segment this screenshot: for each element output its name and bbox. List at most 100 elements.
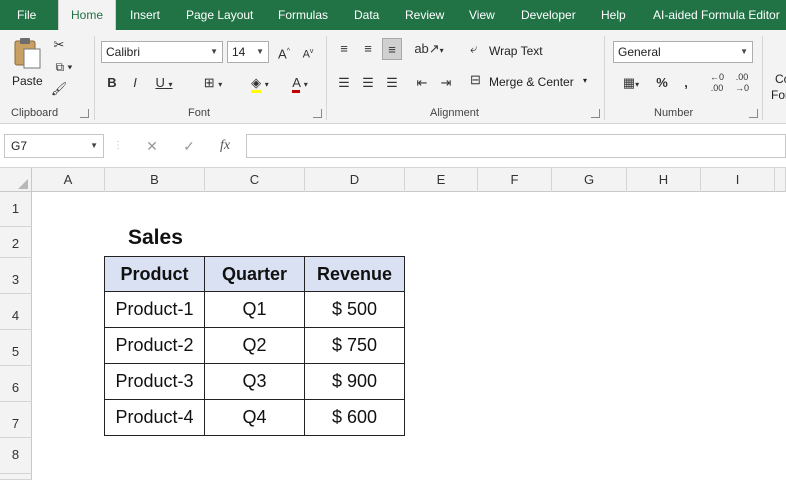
- group-separator: [604, 36, 605, 120]
- number-format-value: General: [618, 45, 661, 59]
- row-header-4[interactable]: 4: [0, 294, 32, 330]
- align-left-icon[interactable]: ☰: [334, 72, 354, 94]
- enter-icon[interactable]: ✓: [178, 134, 200, 158]
- number-format-select[interactable]: General ▼: [613, 41, 753, 63]
- insert-function-icon[interactable]: fx: [213, 134, 237, 158]
- table-cell-revenue[interactable]: $ 600: [305, 400, 405, 436]
- align-right-icon[interactable]: ☰: [382, 72, 402, 94]
- conditional-formatting-label-cut[interactable]: Co: [775, 72, 786, 86]
- tab-developer[interactable]: Developer: [521, 0, 576, 30]
- group-separator: [762, 36, 763, 120]
- tab-file[interactable]: File: [17, 0, 36, 30]
- tab-page-layout[interactable]: Page Layout: [186, 0, 253, 30]
- increase-decimal-label: .00: [710, 83, 724, 93]
- column-header-d[interactable]: D: [305, 168, 405, 192]
- table-cell-quarter[interactable]: Q3: [205, 364, 305, 400]
- number-group-label: Number: [654, 107, 694, 119]
- fill-color-button[interactable]: ◈ ▾: [242, 72, 278, 94]
- decrease-font-size-icon[interactable]: Av: [298, 41, 318, 63]
- column-header-i[interactable]: I: [701, 168, 775, 192]
- column-header-f[interactable]: F: [478, 168, 552, 192]
- row-header-7[interactable]: 7: [0, 402, 32, 438]
- align-center-icon[interactable]: ☰: [358, 72, 378, 94]
- fill-color-icon: ◈: [251, 75, 262, 93]
- merge-center-button[interactable]: ⊟ Merge & Center ▾: [470, 72, 596, 94]
- increase-indent-icon[interactable]: ⇥: [436, 72, 456, 94]
- font-name-select[interactable]: Calibri ▼: [101, 41, 223, 63]
- cut-icon[interactable]: ✂: [50, 34, 68, 56]
- tab-review[interactable]: Review: [405, 0, 444, 30]
- formula-input[interactable]: [246, 134, 786, 158]
- row-header-2[interactable]: 2: [0, 227, 32, 258]
- name-box[interactable]: G7 ▼: [4, 134, 104, 158]
- clipboard-group-label: Clipboard: [11, 107, 59, 119]
- select-all-button[interactable]: [0, 168, 32, 192]
- align-top-icon[interactable]: ≡: [334, 38, 354, 60]
- align-bottom-icon[interactable]: ≡: [382, 38, 402, 60]
- row-header-3[interactable]: 3: [0, 258, 32, 294]
- cancel-icon[interactable]: ✕: [141, 134, 163, 158]
- column-header-b[interactable]: B: [105, 168, 205, 192]
- column-header-h[interactable]: H: [627, 168, 701, 192]
- table-cell-quarter[interactable]: Q1: [205, 292, 305, 328]
- format-as-table-label-cut[interactable]: For: [771, 88, 786, 102]
- increase-font-size-icon[interactable]: A^: [274, 41, 294, 63]
- ribbon-tab-bar: File Home Insert Page Layout Formulas Da…: [0, 0, 786, 30]
- format-painter-icon[interactable]: 🖌: [50, 78, 68, 100]
- orientation-icon[interactable]: ab↗▾: [414, 38, 444, 60]
- percent-style-button[interactable]: %: [653, 72, 671, 94]
- decrease-indent-icon[interactable]: ⇤: [412, 72, 432, 94]
- table-header-revenue[interactable]: Revenue: [305, 256, 405, 292]
- align-middle-icon[interactable]: ≡: [358, 38, 378, 60]
- table-cell-revenue[interactable]: $ 750: [305, 328, 405, 364]
- tab-ai-formula-editor[interactable]: AI-aided Formula Editor: [653, 0, 780, 30]
- font-dialog-launcher[interactable]: [313, 109, 322, 118]
- copy-icon[interactable]: ⧉ ▾: [50, 56, 78, 78]
- tab-view[interactable]: View: [469, 0, 495, 30]
- decrease-decimal-button[interactable]: .00 →0: [731, 72, 753, 94]
- row-header-partial[interactable]: [0, 474, 32, 480]
- increase-decimal-button[interactable]: ←0.00: [706, 72, 728, 94]
- table-cell-product[interactable]: Product-3: [104, 364, 205, 400]
- clipboard-dialog-launcher[interactable]: [80, 109, 89, 118]
- column-header-g[interactable]: G: [552, 168, 627, 192]
- tab-data[interactable]: Data: [354, 0, 379, 30]
- underline-button[interactable]: U ▾: [149, 72, 179, 94]
- borders-button[interactable]: ⊞ ▾: [195, 72, 231, 94]
- tab-formulas[interactable]: Formulas: [278, 0, 328, 30]
- borders-icon: ⊞: [203, 75, 215, 90]
- table-cell-product[interactable]: Product-1: [104, 292, 205, 328]
- bold-button[interactable]: B: [103, 72, 121, 94]
- tab-help[interactable]: Help: [601, 0, 626, 30]
- tab-home[interactable]: Home: [58, 0, 116, 30]
- paste-button[interactable]: Paste: [8, 36, 46, 94]
- comma-style-button[interactable]: ,: [678, 72, 694, 94]
- sheet-title[interactable]: Sales: [128, 226, 183, 250]
- row-header-1[interactable]: 1: [0, 192, 32, 227]
- table-cell-product[interactable]: Product-4: [104, 400, 205, 436]
- table-cell-revenue[interactable]: $ 500: [305, 292, 405, 328]
- italic-button[interactable]: I: [126, 72, 144, 94]
- accounting-format-icon[interactable]: ▦▾: [615, 72, 647, 94]
- table-header-quarter[interactable]: Quarter: [205, 256, 305, 292]
- row-header-8[interactable]: 8: [0, 438, 32, 474]
- row-header-5[interactable]: 5: [0, 330, 32, 366]
- wrap-text-label: Wrap Text: [489, 44, 543, 58]
- column-header-a[interactable]: A: [32, 168, 105, 192]
- tab-insert[interactable]: Insert: [130, 0, 160, 30]
- row-header-6[interactable]: 6: [0, 366, 32, 402]
- table-cell-quarter[interactable]: Q2: [205, 328, 305, 364]
- table-cell-quarter[interactable]: Q4: [205, 400, 305, 436]
- table-cell-product[interactable]: Product-2: [104, 328, 205, 364]
- table-cell-revenue[interactable]: $ 900: [305, 364, 405, 400]
- font-size-select[interactable]: 14 ▼: [227, 41, 269, 63]
- column-header-partial[interactable]: [775, 168, 786, 192]
- alignment-dialog-launcher[interactable]: [591, 109, 600, 118]
- column-header-e[interactable]: E: [405, 168, 478, 192]
- number-dialog-launcher[interactable]: [749, 109, 758, 118]
- wrap-text-button[interactable]: ⤶ Wrap Text: [470, 41, 550, 63]
- more-options-icon[interactable]: ⋮: [113, 134, 123, 158]
- column-header-c[interactable]: C: [205, 168, 305, 192]
- table-header-product[interactable]: Product: [104, 256, 205, 292]
- font-color-button[interactable]: A ▾: [282, 72, 318, 94]
